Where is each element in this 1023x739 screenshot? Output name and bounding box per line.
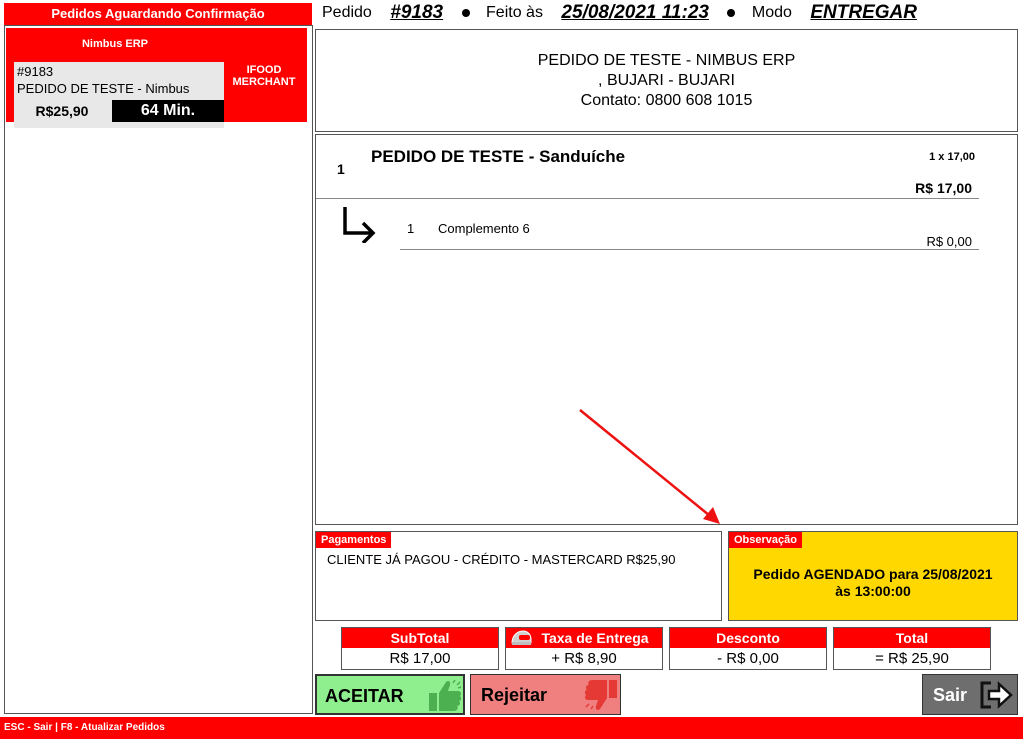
complement-quantity: 1 [407,221,415,236]
observation-panel: Observação Pedido AGENDADO para 25/08/20… [728,531,1018,621]
observation-line2: às 13:00:00 [835,583,911,599]
order-info: #9183 PEDIDO DE TESTE - Nimbus R$25,90 6… [14,62,224,128]
total-label: Total [834,628,990,648]
order-card-elapsed: 64 Min. [112,100,224,122]
subtotal-box: SubTotal R$ 17,00 [341,627,499,670]
annotation-arrow-icon [579,409,720,524]
mode-label: Modo [751,4,792,21]
accept-button-label: ACEITAR [325,686,404,706]
complement-name: Complemento 6 [438,221,530,236]
thumbs-up-icon [429,679,462,711]
separator-dot [461,9,470,17]
order-source: Nimbus ERP [81,38,148,50]
subtotal-value: R$ 17,00 [389,650,451,667]
delivery-fee-box: Taxa de Entrega + R$ 8,90 [505,627,663,670]
complement-price: R$ 0,00 [926,234,972,249]
pending-orders-list [4,25,313,714]
accept-button[interactable]: ACEITAR [315,674,465,715]
order-merchant: IFOOD MERCHANT [226,64,302,88]
store-address: , BUJARI - BUJARI [598,72,735,89]
order-card-description: PEDIDO DE TESTE - Nimbus [17,81,190,96]
sub-item-arrow-icon [343,207,376,243]
store-name: PEDIDO DE TESTE - NIMBUS ERP [537,52,796,69]
helmet-icon [511,630,532,645]
payments-panel: Pagamentos CLIENTE JÁ PAGOU - CRÉDITO - … [315,531,722,621]
divider [400,249,979,250]
order-header: Pedido #9183 Feito às 25/08/2021 11:23 M… [322,2,1022,28]
item-quantity: 1 [337,161,345,177]
item-name: PEDIDO DE TESTE - Sanduíche [371,147,626,166]
order-merchant-line2: MERCHANT [232,76,296,88]
thumbs-down-icon [584,680,617,710]
pending-order-card[interactable]: Nimbus ERP #9183 PEDIDO DE TESTE - Nimbu… [6,28,307,128]
exit-arrow-icon [980,681,1013,709]
observation-line1: Pedido AGENDADO para 25/08/2021 [753,566,993,582]
divider [316,198,979,199]
order-merchant-line1: IFOOD [246,64,282,76]
payments-tag: Pagamentos [316,532,392,548]
store-info: PEDIDO DE TESTE - NIMBUS ERP , BUJARI - … [315,29,1018,132]
pending-orders-title: Pedidos Aguardando Confirmação [4,3,312,25]
exit-button[interactable]: Sair [922,674,1018,715]
discount-box: Desconto - R$ 0,00 [669,627,827,670]
store-contact: Contato: 0800 608 1015 [580,92,753,109]
made-at-datetime: 25/08/2021 11:23 [561,2,709,23]
total-value: = R$ 25,90 [875,650,949,667]
reject-button-label: Rejeitar [481,685,548,705]
separator-dot [727,9,736,17]
discount-label: Desconto [670,628,826,648]
exit-button-label: Sair [933,685,968,705]
mode-value: ENTREGAR [810,2,917,23]
delivery-fee-value: + R$ 8,90 [551,650,617,667]
order-label: Pedido [322,4,372,21]
discount-value: - R$ 0,00 [717,650,779,667]
delivery-fee-label: Taxa de Entrega [541,630,649,646]
shortcut-footer: ESC - Sair | F8 - Atualizar Pedidos [0,717,1023,739]
item-unit-price: 1 x 17,00 [929,151,975,163]
payments-text: CLIENTE JÁ PAGOU - CRÉDITO - MASTERCARD … [327,552,676,567]
reject-button[interactable]: Rejeitar [470,674,621,715]
order-number: #9183 [390,2,444,23]
subtotal-label: SubTotal [342,628,498,648]
observation-tag: Observação [729,532,802,548]
order-card-price: R$25,90 [35,103,89,119]
item-total: R$ 17,00 [915,180,972,196]
total-box: Total = R$ 25,90 [833,627,991,670]
made-at-label: Feito às [486,4,543,21]
order-card-number: #9183 [17,64,54,79]
observation-text: Pedido AGENDADO para 25/08/2021 às 13:00… [729,566,1017,600]
